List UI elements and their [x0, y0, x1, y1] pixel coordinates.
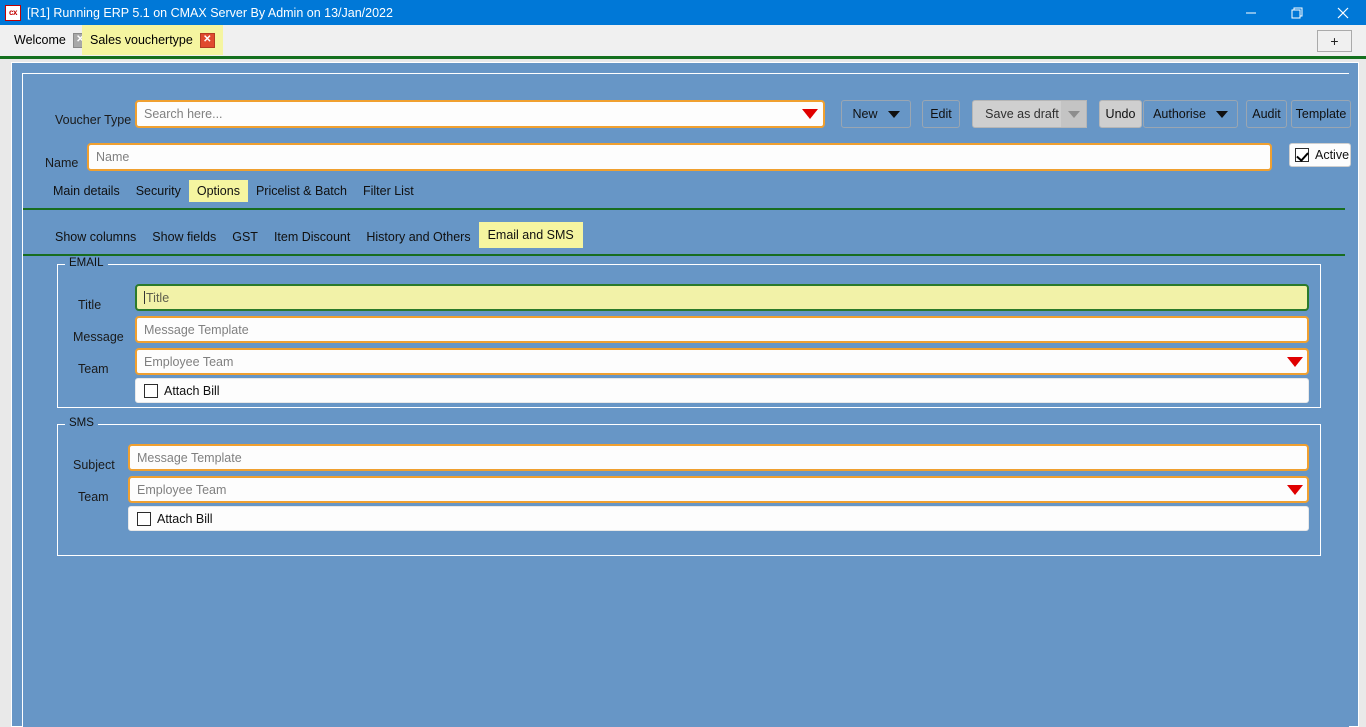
tab-label: Filter List	[362, 184, 414, 198]
main-tab-divider	[23, 208, 1345, 210]
tab-label: Security	[135, 184, 181, 198]
tab-label: Main details	[53, 184, 120, 198]
sms-attach-bill-label: Attach Bill	[157, 511, 213, 526]
name-label: Name	[45, 156, 79, 170]
tab-pricelist-and-batch[interactable]: Pricelist & Batch	[248, 180, 355, 202]
window-title: [R1] Running ERP 5.1 on CMAX Server By A…	[27, 5, 393, 20]
document-tab-label: Welcome	[14, 33, 66, 47]
voucher-type-search-placeholder: Search here...	[144, 107, 223, 121]
minimize-button[interactable]	[1228, 0, 1274, 25]
sub-tab-bar: Show columns Show fields GST Item Discou…	[47, 222, 583, 248]
save-as-draft-button-label: Save as draft	[985, 107, 1059, 121]
app-logo-icon: cx	[5, 4, 21, 21]
email-attach-bill-row[interactable]: Attach Bill	[135, 378, 1309, 403]
undo-button-label: Undo	[1105, 107, 1136, 121]
audit-button[interactable]: Audit	[1246, 100, 1287, 128]
checkbox-checked-icon	[1295, 148, 1309, 162]
new-button[interactable]: New	[841, 100, 911, 128]
active-checkbox[interactable]: Active	[1289, 143, 1351, 167]
save-as-draft-dropdown-button[interactable]	[1061, 100, 1087, 128]
authorise-button-label: Authorise	[1153, 107, 1206, 121]
sms-team-placeholder: Employee Team	[137, 482, 227, 497]
undo-button[interactable]: Undo	[1099, 100, 1142, 128]
email-groupbox-title: EMAIL	[65, 257, 108, 269]
email-attach-bill-label: Attach Bill	[164, 383, 220, 398]
tab-options[interactable]: Options	[188, 180, 248, 202]
subtab-email-and-sms[interactable]: Email and SMS	[478, 222, 583, 248]
email-team-input[interactable]: Employee Team	[135, 348, 1309, 375]
add-tab-button[interactable]: +	[1317, 30, 1352, 52]
sms-subject-placeholder: Message Template	[137, 450, 242, 465]
document-tab-sales-vouchertype[interactable]: Sales vouchertype ✕	[82, 25, 223, 55]
restore-icon	[1291, 7, 1303, 18]
chevron-down-icon	[1215, 110, 1228, 118]
form-panel-inner: Voucher Type Search here... New Edit Sav…	[22, 73, 1351, 727]
subtab-show-columns[interactable]: Show columns	[47, 226, 144, 248]
text-cursor-icon	[144, 291, 145, 304]
close-button[interactable]	[1320, 0, 1366, 25]
main-tab-bar: Main details Security Options Pricelist …	[45, 180, 422, 202]
active-checkbox-label: Active	[1315, 148, 1350, 162]
sms-subject-input[interactable]: Message Template	[128, 444, 1309, 471]
sub-tab-divider	[23, 254, 1345, 256]
subtab-label: GST	[232, 230, 258, 244]
voucher-type-label: Voucher Type	[55, 113, 132, 127]
save-as-draft-button[interactable]: Save as draft	[972, 100, 1072, 128]
voucher-type-search-input[interactable]: Search here...	[135, 100, 825, 128]
document-tab-label: Sales vouchertype	[90, 33, 193, 47]
subtab-history-and-others[interactable]: History and Others	[358, 226, 478, 248]
email-team-placeholder: Employee Team	[144, 354, 234, 369]
subtab-label: Show fields	[152, 230, 217, 244]
subtab-show-fields[interactable]: Show fields	[144, 226, 224, 248]
name-input-placeholder: Name	[96, 150, 130, 164]
sms-subject-label: Subject	[73, 458, 115, 472]
subtab-label: History and Others	[366, 230, 471, 244]
document-tab-strip: Welcome ✕ Sales vouchertype ✕ +	[0, 25, 1366, 59]
email-message-label: Message	[73, 330, 124, 344]
email-team-label: Team	[78, 362, 109, 376]
template-button[interactable]: Template	[1291, 100, 1351, 128]
subtab-label: Show columns	[55, 230, 137, 244]
new-button-label: New	[852, 107, 878, 121]
email-title-label: Title	[78, 298, 102, 312]
sms-attach-bill-row[interactable]: Attach Bill	[128, 506, 1309, 531]
email-team-dropdown-arrow-icon[interactable]	[1287, 357, 1303, 367]
name-input[interactable]: Name	[87, 143, 1272, 171]
audit-button-label: Audit	[1252, 107, 1281, 121]
form-panel-outer: Voucher Type Search here... New Edit Sav…	[11, 62, 1359, 727]
restore-button[interactable]	[1274, 0, 1320, 25]
email-message-input[interactable]: Message Template	[135, 316, 1309, 343]
title-bar: cx [R1] Running ERP 5.1 on CMAX Server B…	[0, 0, 1366, 25]
email-title-placeholder: Title	[146, 290, 170, 305]
checkbox-unchecked-icon[interactable]	[137, 511, 151, 526]
sms-team-input[interactable]: Employee Team	[128, 476, 1309, 503]
tab-label: Options	[196, 184, 240, 198]
tab-filter-list[interactable]: Filter List	[355, 180, 422, 202]
sms-team-dropdown-arrow-icon[interactable]	[1287, 485, 1303, 495]
client-area: Voucher Type Search here... New Edit Sav…	[0, 59, 1366, 727]
close-icon[interactable]: ✕	[199, 32, 215, 48]
minimize-icon	[1246, 12, 1256, 13]
subtab-item-discount[interactable]: Item Discount	[266, 226, 358, 248]
edit-button-label: Edit	[930, 107, 952, 121]
sms-team-label: Team	[78, 490, 109, 504]
authorise-button[interactable]: Authorise	[1143, 100, 1238, 128]
subtab-label: Item Discount	[273, 230, 351, 244]
checkbox-unchecked-icon[interactable]	[144, 383, 158, 398]
email-title-input[interactable]: Title	[135, 284, 1309, 311]
subtab-gst[interactable]: GST	[224, 226, 266, 248]
tab-main-details[interactable]: Main details	[45, 180, 128, 202]
template-button-label: Template	[1295, 107, 1347, 121]
tab-security[interactable]: Security	[128, 180, 189, 202]
edit-button[interactable]: Edit	[922, 100, 960, 128]
close-icon	[1337, 7, 1349, 18]
subtab-label: Email and SMS	[487, 228, 574, 242]
sms-groupbox-title: SMS	[65, 417, 98, 429]
tab-label: Pricelist & Batch	[255, 184, 347, 198]
voucher-type-dropdown-arrow-icon[interactable]	[802, 109, 818, 119]
window-controls	[1228, 0, 1366, 25]
chevron-down-icon	[1067, 110, 1080, 118]
chevron-down-icon	[887, 110, 900, 118]
email-message-placeholder: Message Template	[144, 322, 249, 337]
